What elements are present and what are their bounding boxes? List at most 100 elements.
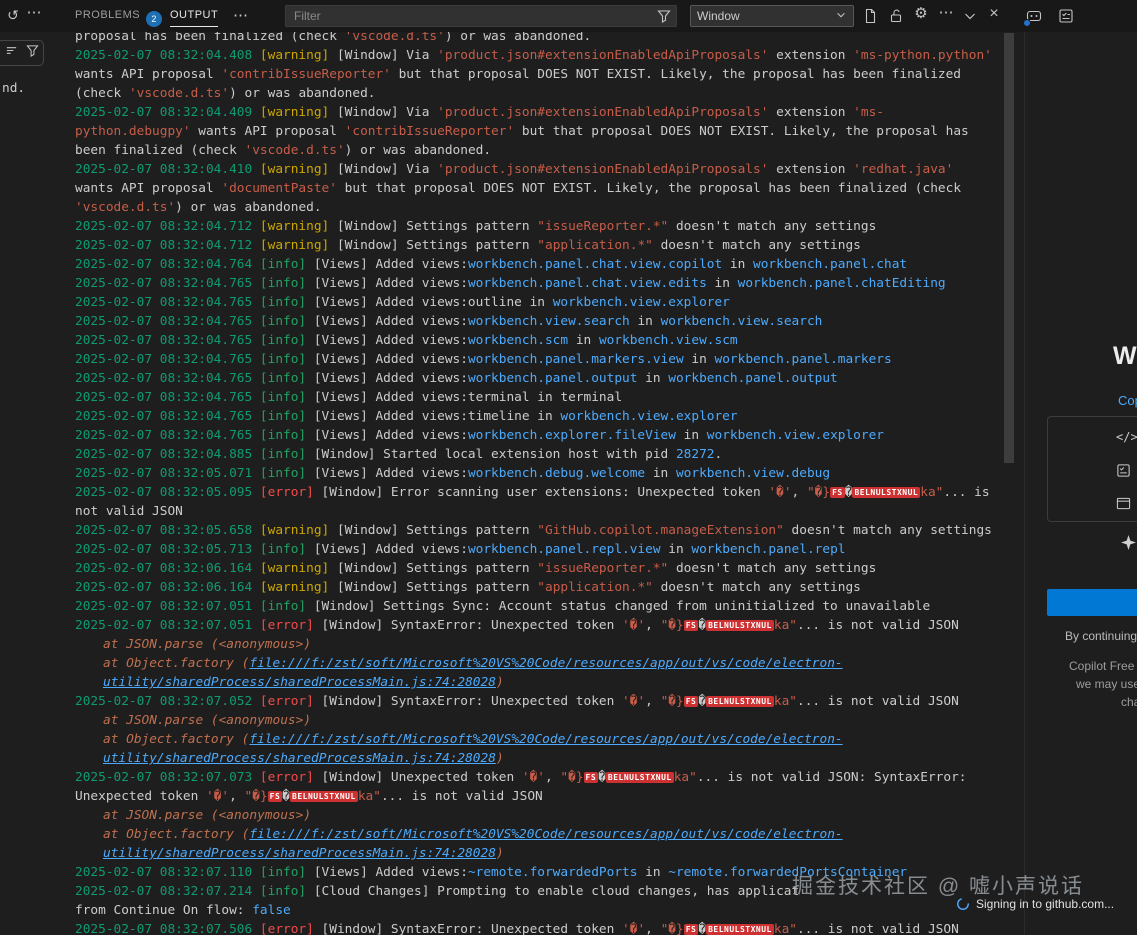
log-text: 2025-02-07 08:32:04.408 — [75, 48, 260, 63]
log-link[interactable]: 28272 — [676, 447, 715, 462]
vertical-scrollbar[interactable] — [1004, 33, 1014, 463]
log-link[interactable]: workbench.explorer.fileView — [468, 428, 676, 443]
unlock-icon[interactable] — [888, 8, 904, 24]
more-actions-icon[interactable]: ⋯ — [938, 5, 954, 21]
more-left-icon[interactable]: ⋯ — [26, 5, 42, 21]
log-text: [info] — [260, 466, 306, 481]
panel-chevron-down-icon[interactable] — [962, 8, 978, 24]
log-line: 2025-02-07 08:32:04.765 [info] [Views] A… — [75, 369, 993, 388]
log-text: BELNULSTXNUL — [290, 791, 358, 802]
log-link[interactable]: workbench.panel.chat.view.copilot — [468, 257, 722, 272]
log-text: [warning] — [260, 219, 329, 234]
problems-count-badge: 2 — [146, 11, 162, 27]
log-link[interactable]: workbench.panel.chat — [753, 257, 907, 272]
log-text: [error] — [260, 485, 314, 500]
log-link[interactable]: workbench.scm — [468, 333, 568, 348]
log-text: ka" — [674, 770, 697, 785]
log-text: 'contribIssueReporter' — [221, 67, 391, 82]
log-text: wants API proposal — [191, 124, 345, 139]
log-text: [info] — [260, 371, 306, 386]
log-text: 2025-02-07 08:32:04.765 — [75, 371, 260, 386]
log-text: [Window] SyntaxError: Unexpected token — [314, 922, 622, 935]
log-text: in — [707, 276, 738, 291]
log-text: 2025-02-07 08:32:05.713 — [75, 542, 260, 557]
output-channel-select[interactable]: Window — [690, 5, 854, 27]
log-link[interactable]: workbench.view.scm — [599, 333, 738, 348]
log-text: � — [698, 922, 706, 935]
gear-icon[interactable]: ⚙ — [913, 6, 929, 22]
log-line: 2025-02-07 08:32:04.765 [info] [Views] A… — [75, 331, 993, 350]
log-text: 2025-02-07 08:32:06.164 — [75, 561, 260, 576]
copilot-link[interactable]: Cop — [1118, 393, 1137, 408]
log-link[interactable]: workbench.view.explorer — [560, 409, 737, 424]
log-link[interactable]: workbench.panel.markers.view — [468, 352, 684, 367]
log-link[interactable]: workbench.view.explorer — [553, 295, 730, 310]
log-text: [Window] Settings pattern — [329, 523, 537, 538]
log-text: � — [282, 789, 290, 804]
log-text: [Views] Added views: — [306, 466, 468, 481]
disclaimer-text: By continuing, — [1065, 629, 1137, 643]
log-link[interactable]: workbench.view.search — [661, 314, 823, 329]
log-text: [Views] Added views: — [306, 333, 468, 348]
log-text: doesn't match any settings — [668, 219, 876, 234]
log-text: "application.*" — [537, 238, 653, 253]
log-link[interactable]: ~remote.forwardedPortsContainer — [668, 865, 907, 880]
panel-header: ↺ ⋯ PROBLEMS2 OUTPUT ⋯ Window ⚙ ⋯ × — [0, 0, 1137, 32]
log-text: BELNULSTXNUL — [606, 772, 674, 783]
log-line: 2025-02-07 08:32:05.071 [info] [Views] A… — [75, 464, 993, 483]
log-line: 2025-02-07 08:32:07.214 [info] [Cloud Ch… — [75, 882, 993, 920]
log-link[interactable]: workbench.view.explorer — [707, 428, 884, 443]
tab-problems[interactable]: PROBLEMS2 — [75, 9, 162, 27]
log-link[interactable]: workbench.debug.welcome — [468, 466, 645, 481]
log-text: ka" — [774, 922, 797, 935]
log-text: [info] — [260, 295, 306, 310]
log-link[interactable]: workbench.panel.chat.view.edits — [468, 276, 707, 291]
browser-window-icon[interactable] — [1116, 496, 1131, 516]
log-link[interactable]: workbench.panel.chatEditing — [738, 276, 946, 291]
log-text: 'product.json#extensionEnabledApiProposa… — [437, 105, 768, 120]
editor-filter-widget — [0, 40, 44, 66]
tab-output[interactable]: OUTPUT — [170, 9, 218, 27]
log-text: ) — [496, 751, 504, 766]
log-text: � — [698, 618, 706, 633]
log-text: "issueReporter.*" — [537, 219, 668, 234]
code-icon[interactable]: </> — [1116, 430, 1137, 444]
history-icon[interactable]: ↺ — [5, 7, 21, 23]
log-link[interactable]: workbench.panel.repl — [691, 542, 845, 557]
log-link[interactable]: workbench.view.search — [468, 314, 630, 329]
log-link[interactable]: workbench.panel.output — [668, 371, 838, 386]
log-text: [info] — [260, 314, 306, 329]
open-log-file-icon[interactable] — [862, 8, 878, 24]
filter-funnel-icon[interactable] — [657, 9, 671, 28]
log-text: ) or was abandoned. — [175, 200, 321, 215]
log-text: [info] — [260, 257, 306, 272]
log-text: [Window] Settings pattern — [329, 219, 537, 234]
log-link[interactable]: workbench.view.debug — [676, 466, 830, 481]
log-text: ... is not valid JSON — [797, 694, 959, 709]
log-line: 2025-02-07 08:32:07.051 [info] [Window] … — [75, 597, 993, 616]
signin-primary-button[interactable] — [1047, 589, 1137, 616]
close-panel-icon[interactable]: × — [986, 6, 1002, 22]
log-text: [Views] Added views: — [306, 865, 468, 880]
filter-input[interactable] — [286, 6, 654, 26]
log-link[interactable]: ~remote.forwardedPorts — [468, 865, 638, 880]
log-link[interactable]: false — [252, 903, 291, 918]
feature-card: </> — [1047, 416, 1137, 522]
log-link[interactable]: workbench.panel.markers — [715, 352, 892, 367]
log-link[interactable]: workbench.panel.repl.view — [468, 542, 661, 557]
copilot-icon[interactable] — [1026, 8, 1042, 24]
log-link[interactable]: workbench.panel.output — [468, 371, 638, 386]
log-text: "�} — [661, 694, 684, 709]
funnel-icon[interactable] — [26, 44, 39, 62]
tasklist-icon[interactable] — [1116, 463, 1131, 483]
log-text: 'ms-python.python' — [853, 48, 992, 63]
checklist-icon[interactable] — [1058, 8, 1074, 24]
log-text: 2025-02-07 08:32:04.765 — [75, 276, 260, 291]
log-line: 2025-02-07 08:32:04.408 [warning] [Windo… — [75, 46, 993, 103]
log-text: [info] — [260, 542, 306, 557]
log-text: in — [684, 352, 715, 367]
log-text: ... is not valid JSON — [797, 618, 959, 633]
filter-list-icon[interactable] — [5, 44, 18, 62]
more-tabs-icon[interactable]: ⋯ — [233, 6, 248, 24]
log-line: 2025-02-07 08:32:04.765 [info] [Views] A… — [75, 312, 993, 331]
